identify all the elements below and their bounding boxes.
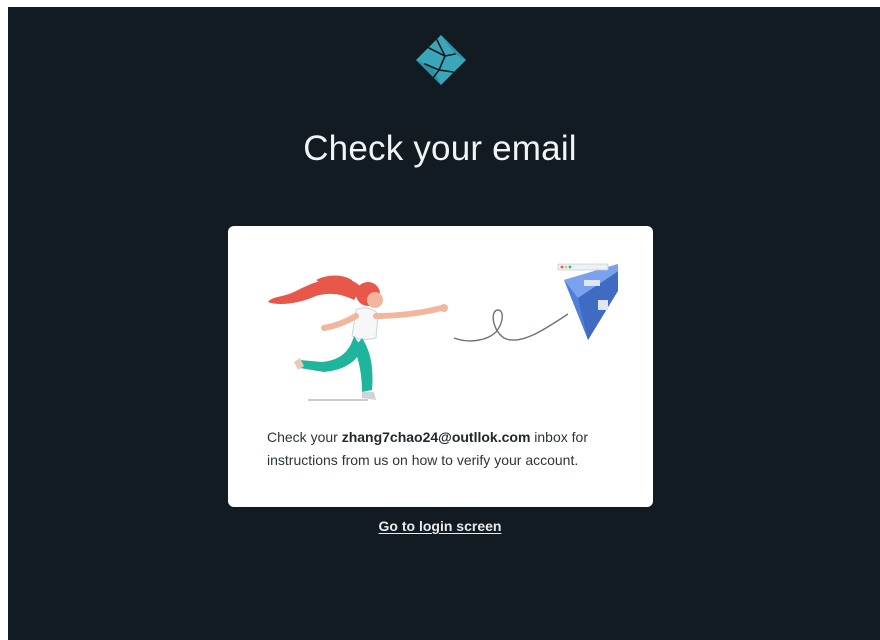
page-title: Check your email — [303, 129, 577, 168]
instructions-text: Check your zhang7chao24@outllok.com inbo… — [267, 426, 627, 472]
go-to-login-link[interactable]: Go to login screen — [8, 518, 872, 534]
message-prefix: Check your — [267, 429, 342, 445]
woman-throwing-paper-plane-icon — [268, 263, 618, 401]
email-verification-screen: Check your email Check your zhang7chao24… — [8, 7, 880, 640]
netlify-logo-icon — [416, 35, 466, 85]
confirmation-card: Check your zhang7chao24@outllok.com inbo… — [228, 226, 653, 507]
email-address: zhang7chao24@outllok.com — [341, 429, 531, 445]
